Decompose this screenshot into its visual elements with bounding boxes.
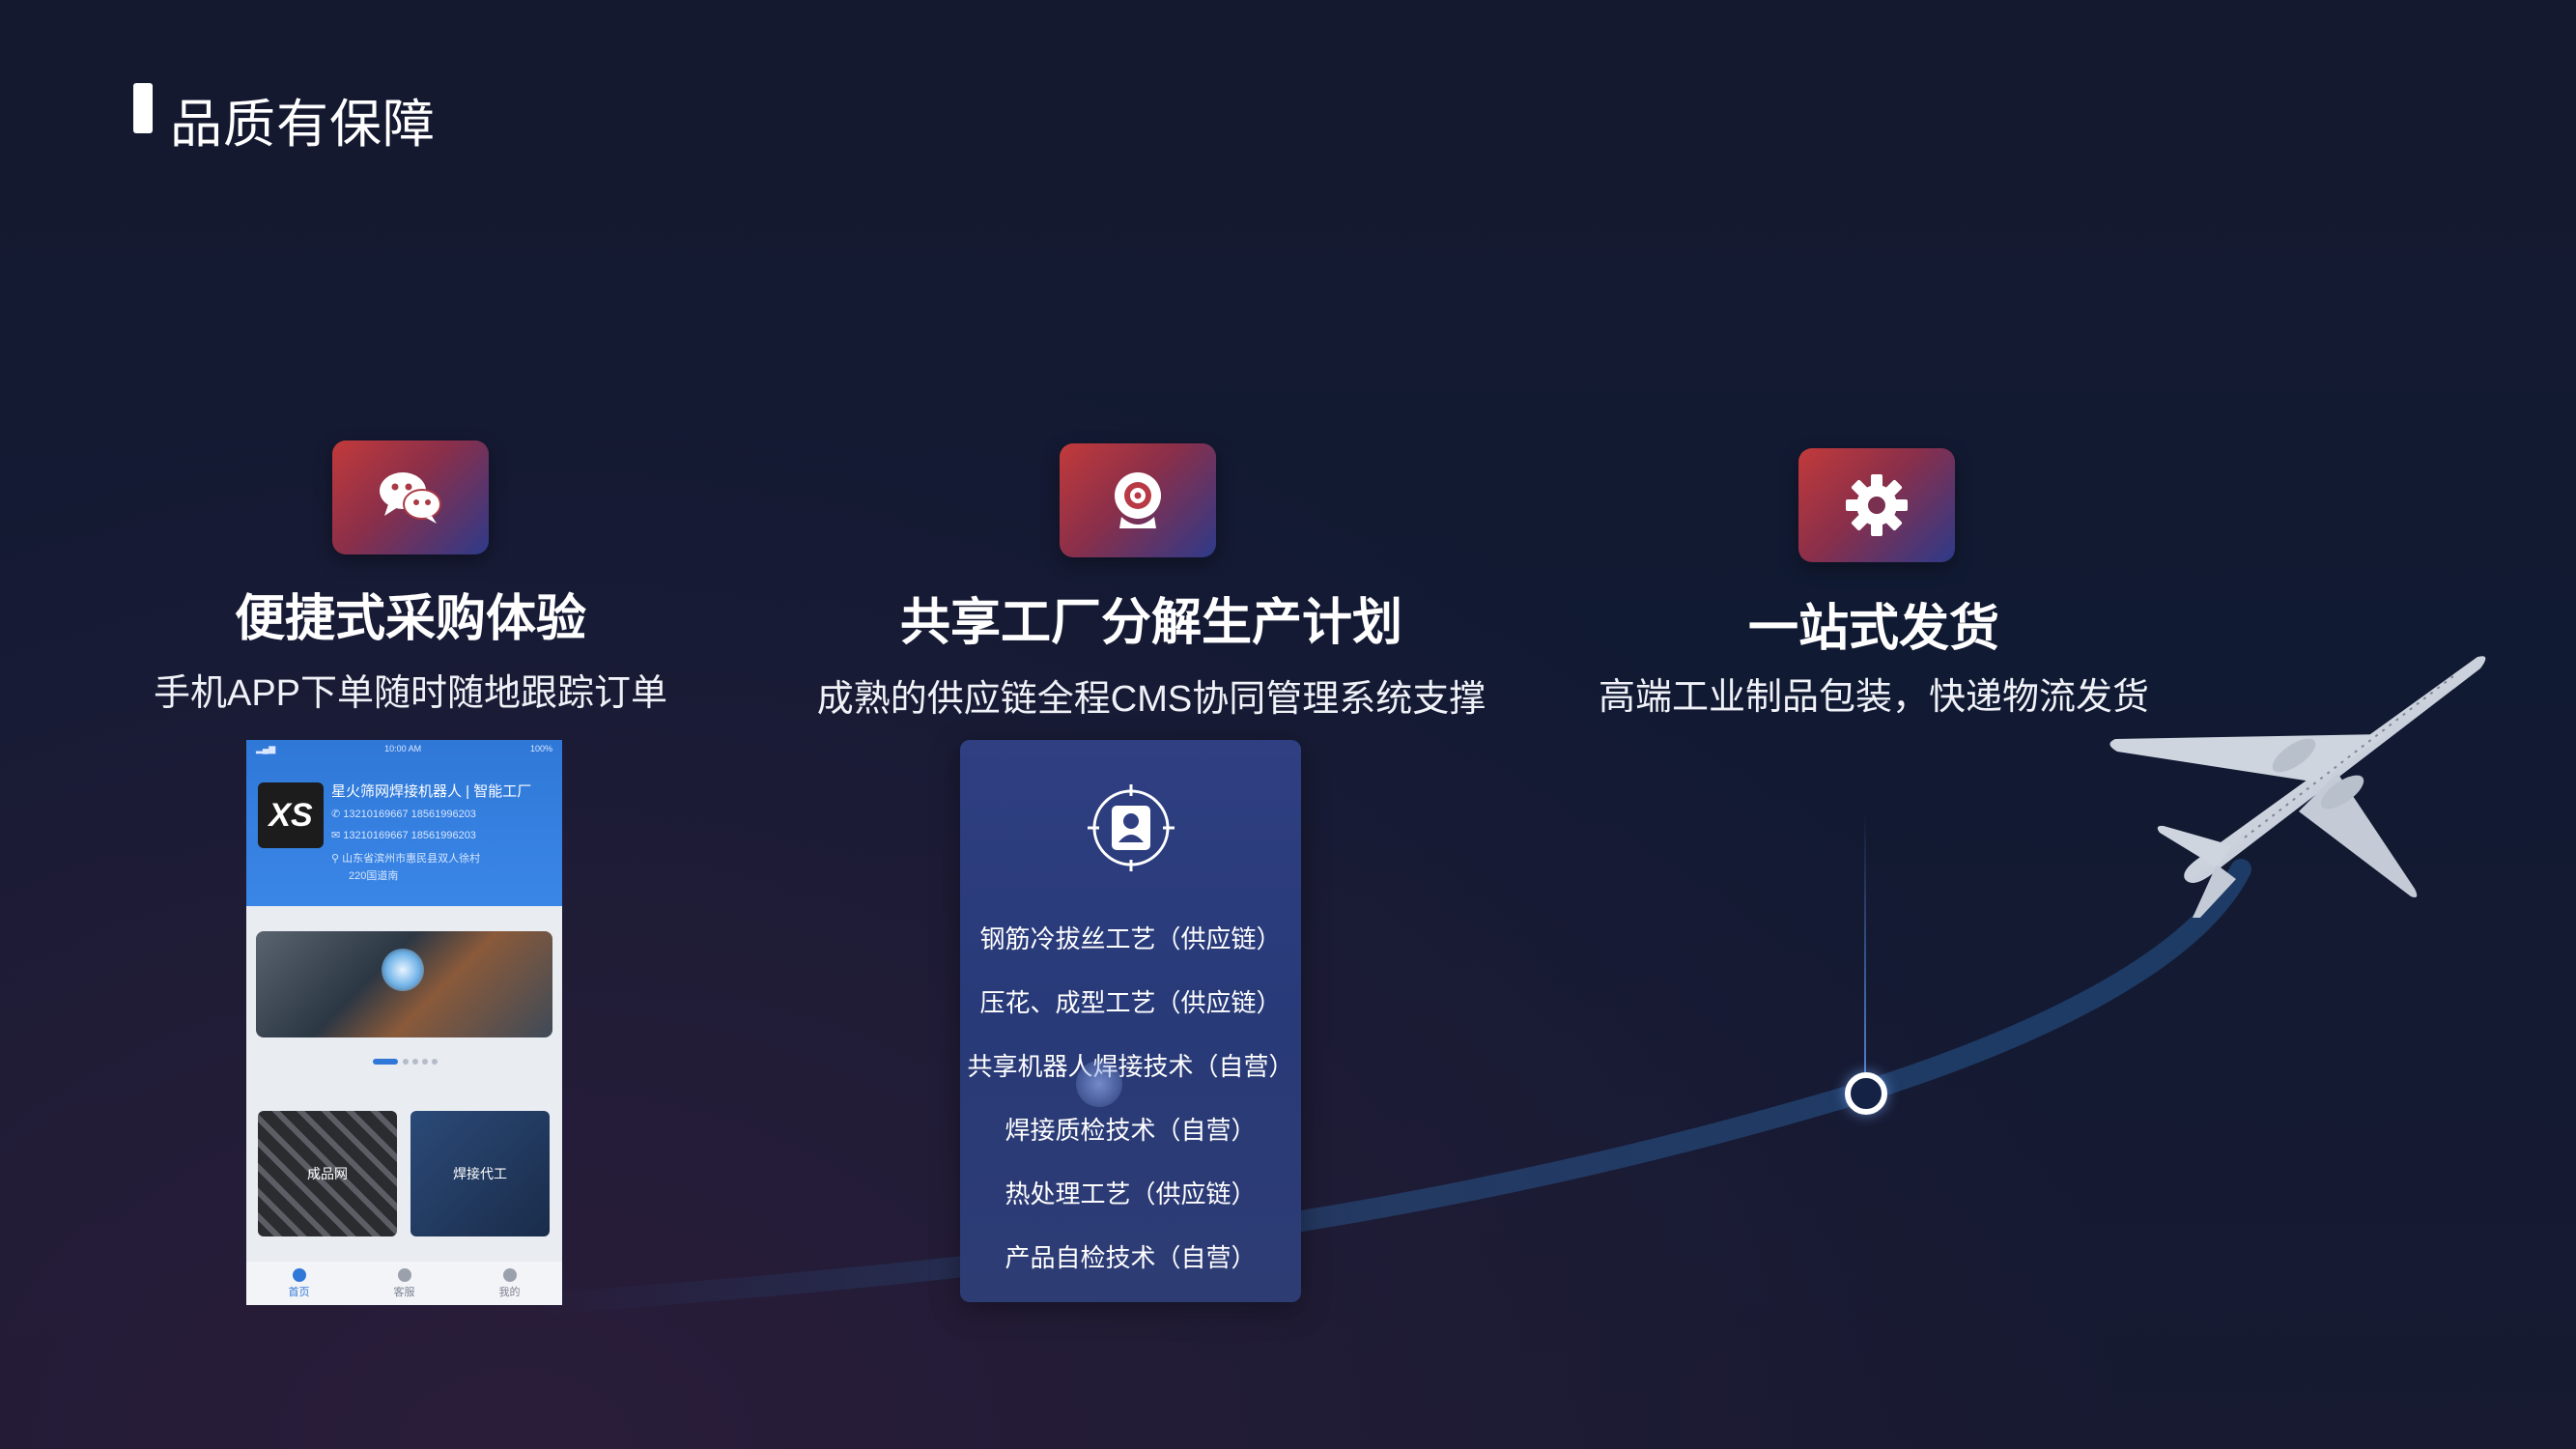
capability-item: 压花、成型工艺（供应链）	[979, 988, 1282, 1017]
banner-image	[256, 931, 552, 1037]
tile-welding-service: 焊接代工	[410, 1111, 550, 1236]
timeline-node	[1845, 1072, 1887, 1115]
capability-item: 钢筋冷拔丝工艺（供应链）	[979, 924, 1282, 953]
tab-home-label: 首页	[288, 1286, 310, 1298]
gear-icon	[1798, 448, 1955, 562]
feature-subtitle-shared-factory: 成熟的供应链全程CMS协同管理系统支撑	[816, 679, 1486, 720]
timeline-line	[1864, 811, 1866, 1072]
app-tab-bar: 首页 客服 我的	[246, 1262, 562, 1305]
airplane-icon	[2109, 656, 2486, 918]
slide: 品质有保障 便捷式采购体验 手机APP下单随时随地跟踪订单 共享工厂分解生产计划…	[0, 0, 2576, 1449]
address-line-2: 220国道南	[349, 870, 399, 882]
message-number: ✉ 13210169667 18561996203	[331, 830, 476, 841]
capability-item: 焊接质检技术（自营）	[1005, 1116, 1257, 1145]
page-title: 品质有保障	[170, 96, 436, 154]
webcam-icon	[1060, 443, 1216, 557]
feature-subtitle-purchase: 手机APP下单随时随地跟踪订单	[153, 673, 668, 714]
tab-mine: 我的	[498, 1267, 521, 1299]
signal-icon: ▂▄▆	[256, 744, 276, 753]
feature-title-purchase: 便捷式采购体验	[234, 591, 586, 647]
capability-item: 共享机器人焊接技术（自营）	[967, 1052, 1294, 1081]
user-icon	[502, 1267, 517, 1282]
capability-item: 产品自检技术（自营）	[1005, 1243, 1257, 1272]
wechat-icon	[332, 440, 489, 554]
feature-title-shipping: 一站式发货	[1747, 601, 1999, 657]
status-battery: 100%	[529, 744, 552, 753]
app-screenshot: ▂▄▆ 10:00 AM 100% XS 星火筛网焊接机器人 | 智能工厂 ✆ …	[246, 740, 562, 1305]
phone-number-text: 13210169667 18561996203	[343, 809, 476, 820]
service-icon	[397, 1267, 411, 1282]
feature-title-shared-factory: 共享工厂分解生产计划	[899, 595, 1402, 651]
title-accent-bar	[133, 83, 153, 133]
tab-service: 客服	[393, 1267, 415, 1299]
address: ⚲ 山东省滨州市惠民县双人徐村	[331, 853, 481, 865]
status-time: 10:00 AM	[384, 744, 422, 753]
capability-item: 热处理工艺（供应链）	[1005, 1179, 1257, 1208]
company-logo: XS	[258, 782, 324, 848]
home-icon	[292, 1267, 306, 1282]
glow-bubble	[1076, 1061, 1122, 1107]
status-bar: ▂▄▆ 10:00 AM 100%	[246, 744, 562, 754]
user-target-icon	[1088, 784, 1175, 871]
tab-mine-label: 我的	[498, 1286, 521, 1298]
company-name: 星火筛网焊接机器人 | 智能工厂	[331, 783, 532, 800]
app-header: ▂▄▆ 10:00 AM 100% XS 星火筛网焊接机器人 | 智能工厂 ✆ …	[246, 740, 562, 906]
capability-card: 钢筋冷拔丝工艺（供应链） 压花、成型工艺（供应链） 共享机器人焊接技术（自营） …	[960, 740, 1301, 1302]
welding-spark	[382, 949, 424, 991]
message-number-text: 13210169667 18561996203	[343, 830, 476, 841]
tab-home: 首页	[288, 1267, 310, 1299]
tile-finished-mesh: 成品网	[258, 1111, 397, 1236]
carousel-dots	[373, 1059, 438, 1065]
tab-service-label: 客服	[393, 1286, 415, 1298]
address-text: 山东省滨州市惠民县双人徐村	[342, 853, 481, 865]
phone-number: ✆ 13210169667 18561996203	[331, 809, 476, 820]
